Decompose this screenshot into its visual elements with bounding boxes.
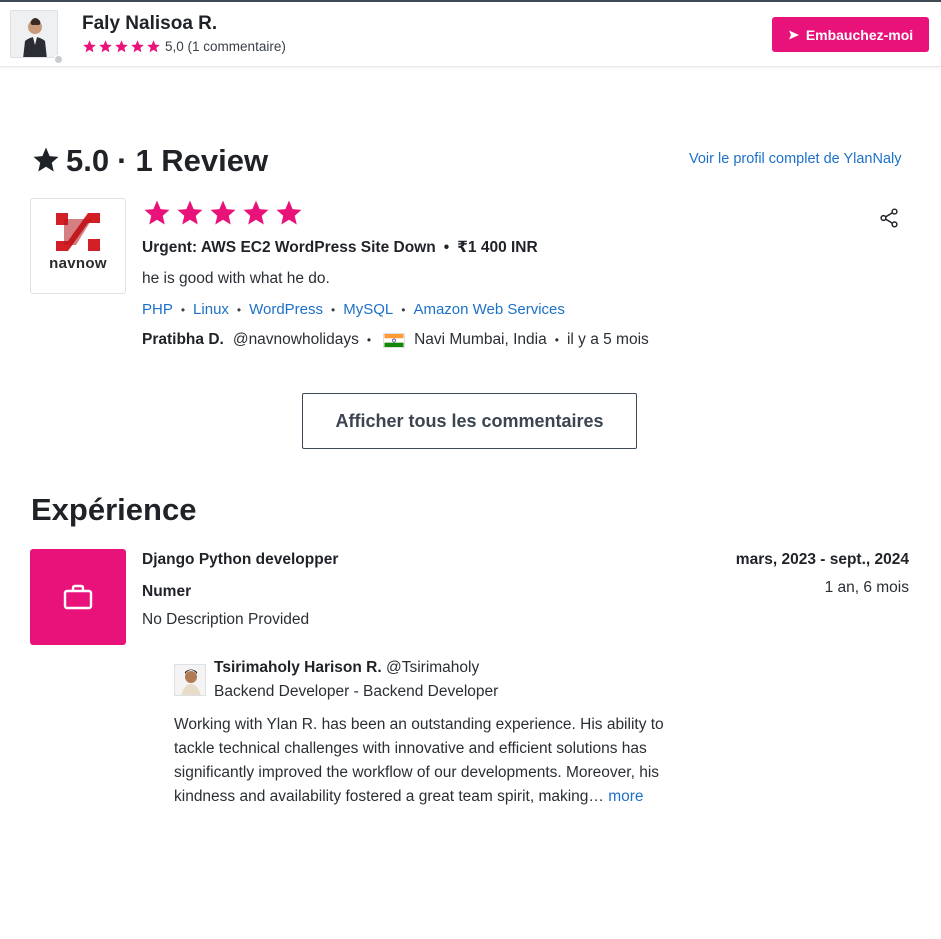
bullet-separator: • (180, 302, 186, 317)
recommender-handle: @Tsirimaholy (385, 659, 480, 676)
reviews-heading: 5.0 · 1 Review (31, 143, 268, 179)
review-project-amount: ₹1 400 INR (457, 239, 538, 256)
hire-me-label: Embauchez-moi (805, 26, 914, 43)
reviewer-name: Pratibha D. (142, 331, 224, 348)
review-text: he is good with what he do. (142, 270, 330, 287)
star-icon (210, 200, 236, 225)
client-logo[interactable]: navnow (30, 198, 126, 294)
experience-duration: 1 an, 6 mois (824, 579, 909, 596)
reviewer-handle: @navnowholidays (232, 331, 359, 348)
star-icon (243, 200, 269, 225)
full-profile-link[interactable]: Voir le profil complet de YlanNaly (689, 151, 902, 167)
reviews-score: 5.0 (66, 143, 110, 178)
profile-avatar-wrap[interactable] (10, 10, 63, 64)
review-project-line: Urgent: AWS EC2 WordPress Site Down • ₹1… (142, 238, 538, 257)
recommender-avatar[interactable] (174, 664, 206, 696)
star-icon (131, 40, 144, 53)
star-icon (99, 40, 112, 53)
navnow-logo-mark (56, 213, 100, 251)
bullet-separator: • (554, 333, 559, 347)
reviewer-line: Pratibha D. @navnowholidays • Navi Mumba… (142, 331, 649, 349)
bullet-separator: • (401, 302, 406, 317)
skill-link-wordpress[interactable]: WordPress (249, 301, 323, 318)
skill-link-php[interactable]: PHP (142, 301, 173, 318)
review-stars (142, 198, 304, 228)
india-flag-icon (383, 332, 406, 348)
experience-icon-box (30, 549, 126, 645)
header-rating-value: 5,0 (165, 39, 184, 54)
reviewer-location: Navi Mumbai, India (414, 331, 547, 348)
star-icon (144, 200, 170, 225)
experience-heading: Expérience (31, 492, 197, 527)
bullet-separator: • (443, 238, 450, 256)
star-icon (276, 200, 302, 225)
more-link[interactable]: more (608, 788, 643, 805)
show-all-reviews-button[interactable]: Afficher tous les commentaires (302, 393, 637, 449)
recommender-title: Backend Developer - Backend Developer (214, 683, 499, 700)
recommendation-text-block: Working with Ylan R. has been an outstan… (174, 713, 694, 809)
skill-link-aws[interactable]: Amazon Web Services (413, 301, 564, 318)
bullet-separator: • (366, 333, 372, 347)
experience-description: No Description Provided (142, 611, 310, 628)
review-time: il y a 5 mois (566, 331, 649, 348)
reviews-count: 1 Review (135, 143, 269, 178)
header-rating: 5,0 (1 commentaire) (82, 39, 286, 54)
review-skills: PHP • Linux • WordPress • MySQL • Amazon… (142, 301, 565, 318)
star-icon (147, 40, 160, 53)
recommendation-text: Working with Ylan R. has been an outstan… (174, 716, 664, 805)
star-icon (31, 147, 66, 175)
profile-header: Faly Nalisoa R. 5,0 (1 commentaire) Emba… (0, 2, 941, 67)
experience-company: Numer (142, 583, 192, 600)
reviews-separator: · (117, 143, 128, 178)
review-project-title: Urgent: AWS EC2 WordPress Site Down (142, 238, 436, 256)
bullet-separator: • (331, 302, 336, 317)
freelancer-name: Faly Nalisoa R. (82, 13, 218, 34)
star-icon (115, 40, 128, 53)
experience-role: Django Python developper (142, 551, 339, 568)
header-stars (82, 39, 161, 54)
experience-dates: mars, 2023 - sept., 2024 (735, 551, 909, 568)
share-icon[interactable] (878, 207, 900, 229)
briefcase-icon (63, 584, 93, 610)
hire-me-button[interactable]: Embauchez-moi (772, 17, 929, 52)
star-icon (177, 200, 203, 225)
avatar-image (11, 11, 57, 57)
star-icon (83, 40, 96, 53)
avatar[interactable] (10, 10, 58, 58)
recommender-avatar-image (175, 665, 205, 695)
recommender-name: Tsirimaholy Harison R. (214, 659, 382, 676)
recommender-name-line: Tsirimaholy Harison R. @Tsirimaholy (214, 659, 479, 677)
header-rating-count: (1 commentaire) (187, 39, 286, 54)
skill-link-mysql[interactable]: MySQL (343, 301, 393, 318)
send-icon (788, 30, 799, 39)
client-logo-text: navnow (49, 255, 107, 272)
bullet-separator: • (236, 302, 242, 317)
skill-link-linux[interactable]: Linux (193, 301, 229, 318)
status-dot (54, 55, 63, 64)
